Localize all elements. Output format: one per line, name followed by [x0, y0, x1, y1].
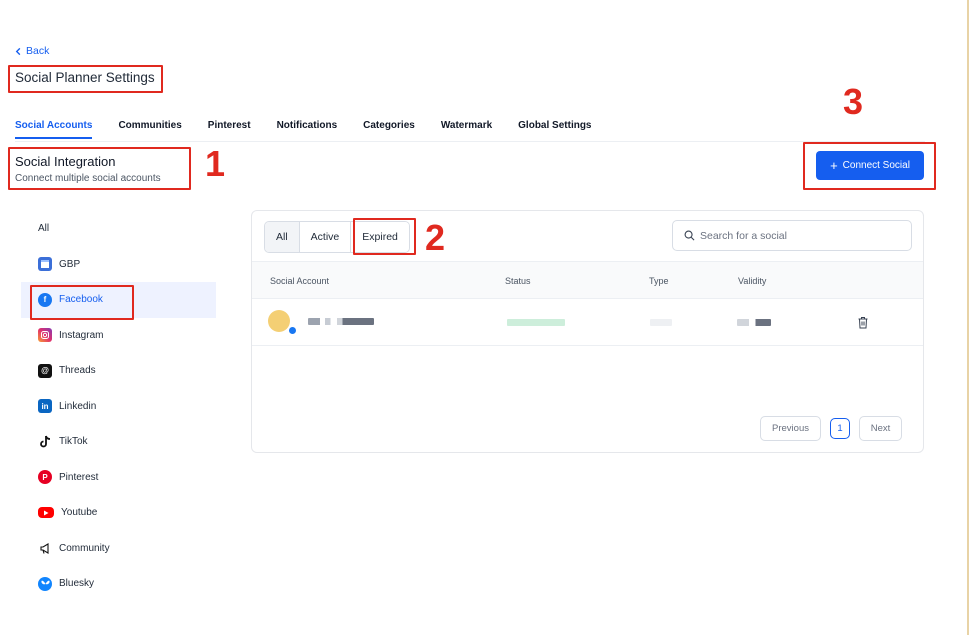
sidebar-item-instagram[interactable]: Instagram — [21, 318, 216, 354]
column-validity: Validity — [738, 276, 767, 286]
sidebar-item-threads[interactable]: @ Threads — [21, 353, 216, 389]
page-1-button[interactable]: 1 — [830, 418, 850, 439]
tiktok-icon — [38, 435, 52, 449]
trash-icon[interactable] — [857, 316, 869, 329]
filter-expired[interactable]: Expired — [351, 222, 409, 252]
filter-active[interactable]: Active — [299, 222, 352, 252]
previous-button[interactable]: Previous — [760, 416, 821, 441]
chevron-left-icon — [15, 47, 21, 55]
search-icon — [684, 230, 695, 241]
annotation-number-3: 3 — [843, 81, 864, 122]
connect-social-label: Connect Social — [842, 160, 910, 171]
connect-social-button[interactable]: + Connect Social — [816, 151, 924, 180]
table-header: Social Account Status Type Validity — [252, 261, 923, 299]
sidebar-item-tiktok[interactable]: TikTok — [21, 424, 216, 460]
back-link[interactable]: Back — [14, 45, 49, 57]
annotation-number-2: 2 — [425, 217, 446, 258]
column-social-account: Social Account — [270, 276, 330, 286]
tab-notifications[interactable]: Notifications — [277, 120, 338, 142]
column-type: Type — [649, 276, 669, 286]
sidebar-item-label: Pinterest — [59, 471, 99, 483]
column-status: Status — [505, 276, 531, 286]
tab-watermark[interactable]: Watermark — [441, 120, 492, 142]
section-subtitle: Connect multiple social accounts — [15, 173, 161, 184]
sidebar-item-label: Linkedin — [59, 400, 97, 412]
section-title: Social Integration — [15, 154, 116, 169]
accounts-card: All Active Expired Social Account Status… — [251, 210, 924, 453]
tab-categories[interactable]: Categories — [363, 120, 415, 142]
sidebar-item-pinterest[interactable]: P Pinterest — [21, 460, 216, 496]
gbp-icon — [38, 257, 52, 272]
sidebar-item-youtube[interactable]: Youtube — [21, 495, 216, 531]
sidebar-item-community[interactable]: Community — [21, 531, 216, 567]
settings-tabs: Social Accounts Communities Pinterest No… — [15, 120, 618, 142]
sidebar-item-label: Instagram — [59, 329, 104, 341]
status-filter: All Active Expired — [264, 221, 410, 253]
sidebar-item-label: All — [38, 223, 50, 235]
page-title: Social Planner Settings — [15, 70, 155, 85]
next-button[interactable]: Next — [859, 416, 902, 441]
sidebar-item-label: Community — [59, 542, 110, 554]
search-input[interactable] — [700, 229, 900, 242]
account-name-redacted — [308, 318, 374, 325]
tab-social-accounts[interactable]: Social Accounts — [15, 120, 93, 142]
account-avatar — [268, 310, 290, 332]
pinterest-icon: P — [38, 470, 52, 485]
table-row[interactable] — [252, 299, 923, 346]
type-redacted — [650, 319, 672, 326]
linkedin-icon: in — [38, 399, 52, 414]
filter-all[interactable]: All — [265, 222, 300, 252]
tab-global-settings[interactable]: Global Settings — [518, 120, 591, 142]
sidebar-item-facebook[interactable]: f Facebook — [21, 282, 216, 318]
sidebar-item-label: GBP — [59, 258, 81, 270]
sidebar-item-label: Facebook — [59, 294, 103, 306]
threads-icon: @ — [38, 363, 52, 378]
search-box[interactable] — [672, 220, 912, 251]
megaphone-icon — [38, 541, 52, 555]
right-edge-border — [967, 0, 969, 635]
sidebar-item-linkedin[interactable]: in Linkedin — [21, 389, 216, 425]
sidebar-item-gbp[interactable]: GBP — [21, 247, 216, 283]
tabs-divider — [15, 141, 925, 142]
platform-sidebar: All GBP f Facebook Instagram @ Threads i… — [21, 211, 216, 602]
sidebar-item-label: Threads — [59, 365, 96, 377]
sidebar-item-all[interactable]: All — [21, 211, 216, 247]
facebook-icon: f — [38, 292, 52, 307]
sidebar-item-bluesky[interactable]: Bluesky — [21, 566, 216, 602]
validity-redacted — [737, 319, 771, 326]
status-redacted — [507, 319, 565, 326]
annotation-number-1: 1 — [205, 143, 226, 184]
instagram-icon — [38, 328, 52, 343]
tab-pinterest[interactable]: Pinterest — [208, 120, 251, 142]
facebook-badge-icon — [288, 326, 297, 335]
bluesky-icon — [38, 576, 52, 591]
sidebar-item-label: Youtube — [61, 507, 98, 519]
tab-communities[interactable]: Communities — [118, 120, 181, 142]
back-label: Back — [26, 45, 50, 57]
sidebar-item-label: Bluesky — [59, 578, 95, 590]
youtube-icon — [38, 507, 54, 519]
sidebar-item-label: TikTok — [59, 436, 88, 448]
plus-icon: + — [830, 158, 838, 173]
